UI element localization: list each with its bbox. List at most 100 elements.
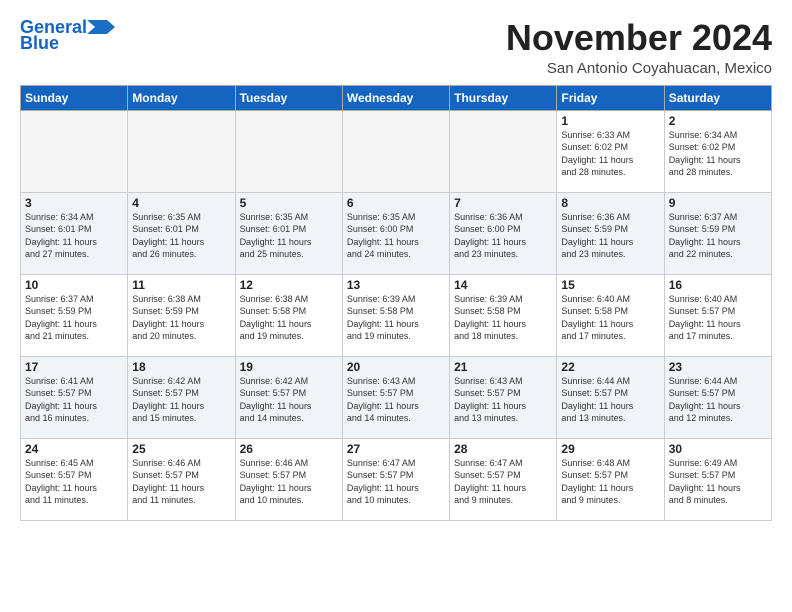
table-row [21,110,128,192]
day-info: Sunrise: 6:34 AM Sunset: 6:01 PM Dayligh… [25,211,123,261]
header-saturday: Saturday [664,85,771,110]
day-number: 25 [132,442,230,456]
day-info: Sunrise: 6:40 AM Sunset: 5:58 PM Dayligh… [561,293,659,343]
day-number: 17 [25,360,123,374]
table-row: 19Sunrise: 6:42 AM Sunset: 5:57 PM Dayli… [235,356,342,438]
day-info: Sunrise: 6:49 AM Sunset: 5:57 PM Dayligh… [669,457,767,507]
header: General Blue November 2024 San Antonio C… [20,18,772,77]
header-sunday: Sunday [21,85,128,110]
day-info: Sunrise: 6:33 AM Sunset: 6:02 PM Dayligh… [561,129,659,179]
day-number: 5 [240,196,338,210]
table-row [235,110,342,192]
table-row [342,110,449,192]
day-info: Sunrise: 6:46 AM Sunset: 5:57 PM Dayligh… [132,457,230,507]
table-row: 14Sunrise: 6:39 AM Sunset: 5:58 PM Dayli… [450,274,557,356]
day-info: Sunrise: 6:35 AM Sunset: 6:00 PM Dayligh… [347,211,445,261]
table-row: 29Sunrise: 6:48 AM Sunset: 5:57 PM Dayli… [557,438,664,520]
table-row: 28Sunrise: 6:47 AM Sunset: 5:57 PM Dayli… [450,438,557,520]
table-row: 8Sunrise: 6:36 AM Sunset: 5:59 PM Daylig… [557,192,664,274]
table-row: 18Sunrise: 6:42 AM Sunset: 5:57 PM Dayli… [128,356,235,438]
day-number: 4 [132,196,230,210]
day-info: Sunrise: 6:36 AM Sunset: 6:00 PM Dayligh… [454,211,552,261]
table-row: 7Sunrise: 6:36 AM Sunset: 6:00 PM Daylig… [450,192,557,274]
logo-icon [87,20,115,34]
header-wednesday: Wednesday [342,85,449,110]
day-info: Sunrise: 6:43 AM Sunset: 5:57 PM Dayligh… [454,375,552,425]
page: General Blue November 2024 San Antonio C… [0,0,792,531]
day-info: Sunrise: 6:39 AM Sunset: 5:58 PM Dayligh… [454,293,552,343]
table-row: 30Sunrise: 6:49 AM Sunset: 5:57 PM Dayli… [664,438,771,520]
day-number: 29 [561,442,659,456]
day-number: 30 [669,442,767,456]
calendar-week-row: 24Sunrise: 6:45 AM Sunset: 5:57 PM Dayli… [21,438,772,520]
table-row: 10Sunrise: 6:37 AM Sunset: 5:59 PM Dayli… [21,274,128,356]
table-row: 9Sunrise: 6:37 AM Sunset: 5:59 PM Daylig… [664,192,771,274]
calendar-week-row: 17Sunrise: 6:41 AM Sunset: 5:57 PM Dayli… [21,356,772,438]
table-row: 3Sunrise: 6:34 AM Sunset: 6:01 PM Daylig… [21,192,128,274]
table-row: 2Sunrise: 6:34 AM Sunset: 6:02 PM Daylig… [664,110,771,192]
day-info: Sunrise: 6:44 AM Sunset: 5:57 PM Dayligh… [669,375,767,425]
day-info: Sunrise: 6:48 AM Sunset: 5:57 PM Dayligh… [561,457,659,507]
logo: General Blue [20,18,115,54]
day-info: Sunrise: 6:38 AM Sunset: 5:59 PM Dayligh… [132,293,230,343]
day-number: 7 [454,196,552,210]
table-row: 12Sunrise: 6:38 AM Sunset: 5:58 PM Dayli… [235,274,342,356]
day-number: 24 [25,442,123,456]
day-number: 27 [347,442,445,456]
day-number: 9 [669,196,767,210]
calendar-week-row: 1Sunrise: 6:33 AM Sunset: 6:02 PM Daylig… [21,110,772,192]
day-number: 14 [454,278,552,292]
logo-blue: Blue [20,34,59,54]
table-row: 16Sunrise: 6:40 AM Sunset: 5:57 PM Dayli… [664,274,771,356]
table-row: 11Sunrise: 6:38 AM Sunset: 5:59 PM Dayli… [128,274,235,356]
weekday-header-row: Sunday Monday Tuesday Wednesday Thursday… [21,85,772,110]
day-info: Sunrise: 6:40 AM Sunset: 5:57 PM Dayligh… [669,293,767,343]
day-info: Sunrise: 6:42 AM Sunset: 5:57 PM Dayligh… [240,375,338,425]
header-monday: Monday [128,85,235,110]
day-number: 18 [132,360,230,374]
table-row: 26Sunrise: 6:46 AM Sunset: 5:57 PM Dayli… [235,438,342,520]
location: San Antonio Coyahuacan, Mexico [506,60,772,77]
table-row: 4Sunrise: 6:35 AM Sunset: 6:01 PM Daylig… [128,192,235,274]
day-info: Sunrise: 6:37 AM Sunset: 5:59 PM Dayligh… [669,211,767,261]
day-number: 6 [347,196,445,210]
logo-blue-text: Blue [20,33,59,53]
calendar: Sunday Monday Tuesday Wednesday Thursday… [20,85,772,521]
table-row: 20Sunrise: 6:43 AM Sunset: 5:57 PM Dayli… [342,356,449,438]
day-number: 16 [669,278,767,292]
day-info: Sunrise: 6:36 AM Sunset: 5:59 PM Dayligh… [561,211,659,261]
day-number: 28 [454,442,552,456]
table-row: 23Sunrise: 6:44 AM Sunset: 5:57 PM Dayli… [664,356,771,438]
day-info: Sunrise: 6:44 AM Sunset: 5:57 PM Dayligh… [561,375,659,425]
title-block: November 2024 San Antonio Coyahuacan, Me… [506,18,772,77]
day-number: 11 [132,278,230,292]
day-info: Sunrise: 6:46 AM Sunset: 5:57 PM Dayligh… [240,457,338,507]
day-number: 10 [25,278,123,292]
day-number: 23 [669,360,767,374]
day-info: Sunrise: 6:43 AM Sunset: 5:57 PM Dayligh… [347,375,445,425]
day-number: 19 [240,360,338,374]
table-row: 5Sunrise: 6:35 AM Sunset: 6:01 PM Daylig… [235,192,342,274]
table-row: 22Sunrise: 6:44 AM Sunset: 5:57 PM Dayli… [557,356,664,438]
day-info: Sunrise: 6:41 AM Sunset: 5:57 PM Dayligh… [25,375,123,425]
day-number: 26 [240,442,338,456]
day-number: 20 [347,360,445,374]
day-info: Sunrise: 6:35 AM Sunset: 6:01 PM Dayligh… [132,211,230,261]
day-number: 22 [561,360,659,374]
header-thursday: Thursday [450,85,557,110]
table-row: 15Sunrise: 6:40 AM Sunset: 5:58 PM Dayli… [557,274,664,356]
day-number: 21 [454,360,552,374]
table-row: 25Sunrise: 6:46 AM Sunset: 5:57 PM Dayli… [128,438,235,520]
table-row [450,110,557,192]
day-info: Sunrise: 6:34 AM Sunset: 6:02 PM Dayligh… [669,129,767,179]
table-row: 21Sunrise: 6:43 AM Sunset: 5:57 PM Dayli… [450,356,557,438]
month-title: November 2024 [506,18,772,58]
day-info: Sunrise: 6:37 AM Sunset: 5:59 PM Dayligh… [25,293,123,343]
day-number: 2 [669,114,767,128]
table-row: 24Sunrise: 6:45 AM Sunset: 5:57 PM Dayli… [21,438,128,520]
header-tuesday: Tuesday [235,85,342,110]
header-friday: Friday [557,85,664,110]
day-number: 8 [561,196,659,210]
day-number: 15 [561,278,659,292]
day-number: 1 [561,114,659,128]
